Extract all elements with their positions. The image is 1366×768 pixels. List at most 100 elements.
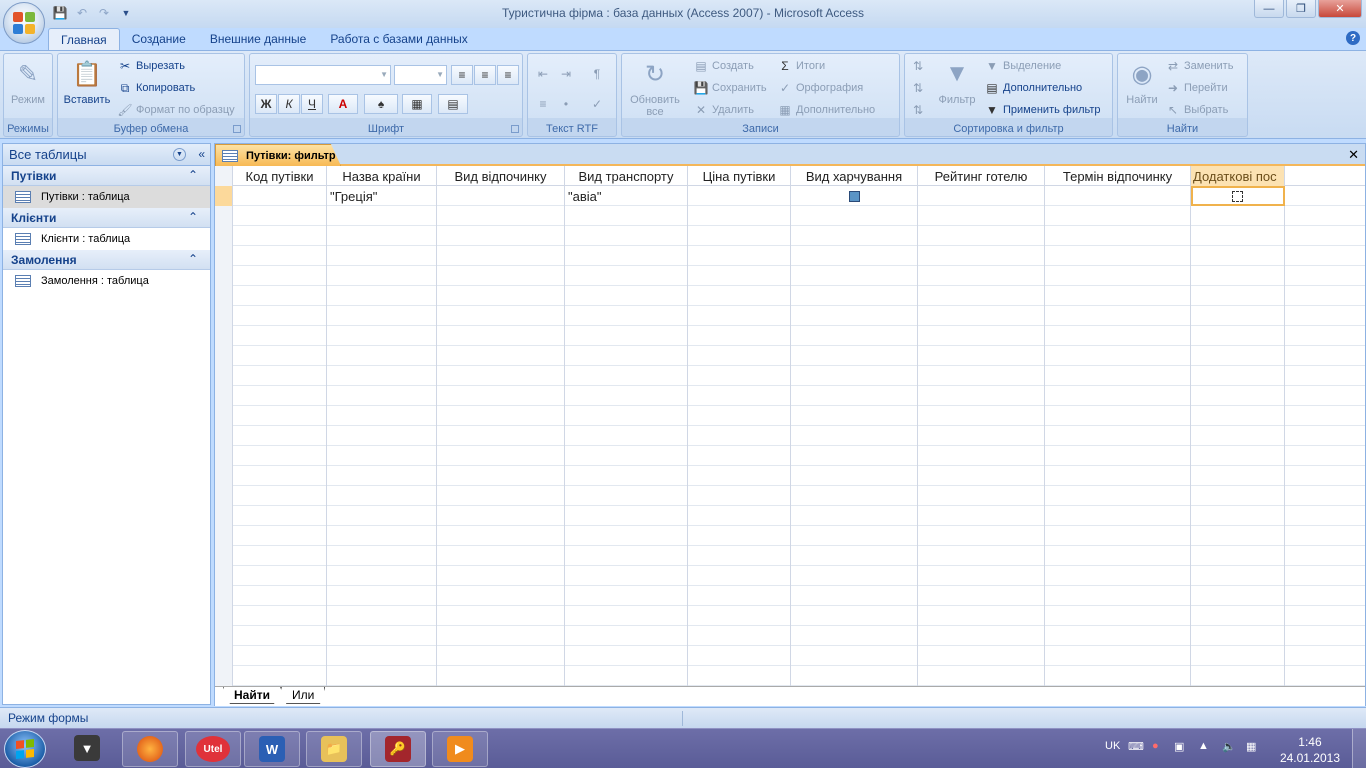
select-button[interactable]: ↖ Выбрать — [1166, 101, 1228, 119]
grid-cell[interactable] — [918, 506, 1045, 526]
grid-cell[interactable] — [688, 426, 791, 446]
clock[interactable]: 1:46 24.01.2013 — [1280, 734, 1340, 766]
row-selector[interactable] — [215, 546, 233, 566]
utel-tray-icon[interactable]: ● — [1152, 740, 1159, 752]
grid-cell[interactable] — [1191, 426, 1285, 446]
grid-cell[interactable] — [1191, 386, 1285, 406]
grid-cell[interactable] — [327, 266, 437, 286]
grid-cell[interactable] — [327, 246, 437, 266]
grid-cell[interactable] — [233, 666, 327, 686]
grid-cell[interactable] — [688, 266, 791, 286]
apply-filter-button[interactable]: ▼ Применить фильтр — [985, 101, 1101, 119]
more-records-button[interactable]: ▦ Дополнительно — [778, 101, 875, 119]
grid-cell[interactable] — [233, 486, 327, 506]
grid-cell[interactable] — [327, 226, 437, 246]
grid-cell[interactable] — [688, 226, 791, 246]
grid-cell[interactable] — [233, 566, 327, 586]
grid-cell[interactable] — [791, 426, 918, 446]
grid-cell[interactable] — [688, 506, 791, 526]
grid-cell[interactable] — [918, 606, 1045, 626]
grid-cell[interactable] — [565, 646, 688, 666]
row-selector[interactable] — [215, 426, 233, 446]
grid-cell[interactable] — [688, 206, 791, 226]
column-header[interactable]: Вид відпочинку — [437, 166, 565, 186]
volume-icon[interactable]: 🔈 — [1222, 740, 1236, 753]
copy-button[interactable]: ⧉ Копировать — [118, 79, 196, 97]
grid-cell[interactable] — [1191, 466, 1285, 486]
grid-cell[interactable] — [437, 506, 565, 526]
row-selector[interactable] — [215, 206, 233, 226]
grid-cell[interactable] — [233, 406, 327, 426]
grid-cell[interactable] — [1045, 186, 1191, 206]
grid-cell[interactable] — [327, 426, 437, 446]
grid-cell[interactable] — [233, 246, 327, 266]
grid-cell[interactable] — [1191, 446, 1285, 466]
network-icon[interactable]: ▦ — [1246, 740, 1256, 753]
grid-cell[interactable] — [918, 306, 1045, 326]
grid-cell[interactable] — [437, 286, 565, 306]
underline-button[interactable]: Ч — [301, 94, 323, 114]
grid-cell[interactable] — [1045, 546, 1191, 566]
grid-cell[interactable] — [1191, 566, 1285, 586]
grid-cell[interactable] — [437, 546, 565, 566]
grid-cell[interactable] — [918, 546, 1045, 566]
nav-item-klienty-table[interactable]: Клієнти : таблица — [3, 228, 210, 250]
grid-cell[interactable] — [688, 546, 791, 566]
document-tab[interactable]: Путівки: фильтр — [215, 144, 341, 166]
grid-cell[interactable] — [1045, 246, 1191, 266]
grid-cell[interactable] — [1191, 306, 1285, 326]
grid-cell[interactable] — [918, 446, 1045, 466]
grid-cell[interactable] — [791, 386, 918, 406]
save-record-button[interactable]: 💾 Сохранить — [694, 79, 767, 97]
grid-cell[interactable] — [565, 546, 688, 566]
grid-cell[interactable] — [1191, 626, 1285, 646]
grid-cell[interactable] — [1045, 466, 1191, 486]
grid-cell[interactable] — [791, 246, 918, 266]
grid-cell[interactable] — [688, 606, 791, 626]
tab-home[interactable]: Главная — [48, 28, 120, 50]
header-selector[interactable] — [215, 166, 233, 186]
nav-item-zamolennia-table[interactable]: Замолення : таблица — [3, 270, 210, 292]
nav-dropdown-icon[interactable]: ▼ — [173, 148, 186, 161]
font-color-button[interactable]: A — [328, 94, 358, 114]
grid-cell[interactable] — [791, 346, 918, 366]
grid-cell[interactable] — [565, 426, 688, 446]
clear-sort-icon[interactable]: ⇅ — [907, 100, 929, 120]
grid-cell[interactable] — [1045, 506, 1191, 526]
grid-cell[interactable] — [1045, 226, 1191, 246]
grid-cell[interactable] — [1191, 606, 1285, 626]
align-center-icon[interactable]: ≡ — [474, 65, 496, 85]
new-record-button[interactable]: ▤ Создать — [694, 57, 753, 75]
grid-cell[interactable] — [918, 566, 1045, 586]
grid-cell[interactable] — [327, 206, 437, 226]
increase-indent-icon[interactable]: ⇥ — [555, 64, 577, 84]
advanced-filter-button[interactable]: ▤ Дополнительно — [985, 79, 1082, 97]
grid-cell[interactable] — [233, 626, 327, 646]
grid-cell[interactable] — [791, 286, 918, 306]
grid-cell[interactable]: "авіа" — [565, 186, 688, 206]
row-selector[interactable] — [215, 406, 233, 426]
grid-cell[interactable] — [565, 666, 688, 686]
grid-cell[interactable] — [918, 326, 1045, 346]
usb-safely-remove-icon[interactable]: ▲ — [1198, 740, 1209, 752]
grid-cell[interactable] — [327, 446, 437, 466]
row-selector[interactable] — [215, 246, 233, 266]
grid-cell[interactable] — [1045, 626, 1191, 646]
align-left-icon[interactable]: ≡ — [451, 65, 473, 85]
grid-cell[interactable] — [437, 446, 565, 466]
grid-cell[interactable] — [327, 566, 437, 586]
grid-cell[interactable] — [437, 206, 565, 226]
sort-descending-icon[interactable]: ⇅ — [907, 78, 929, 98]
grid-cell[interactable] — [437, 306, 565, 326]
checkbox-filled-icon[interactable] — [848, 190, 860, 202]
italic-button[interactable]: К — [278, 94, 300, 114]
grid-cell[interactable] — [327, 586, 437, 606]
grid-cell[interactable] — [1045, 606, 1191, 626]
grid-cell[interactable] — [688, 646, 791, 666]
grid-cell[interactable] — [565, 626, 688, 646]
grid-cell[interactable] — [565, 246, 688, 266]
row-selector[interactable] — [215, 506, 233, 526]
format-painter-button[interactable]: 🖌 Формат по образцу — [117, 101, 234, 119]
grid-cell[interactable] — [791, 546, 918, 566]
grid-cell[interactable] — [1191, 286, 1285, 306]
